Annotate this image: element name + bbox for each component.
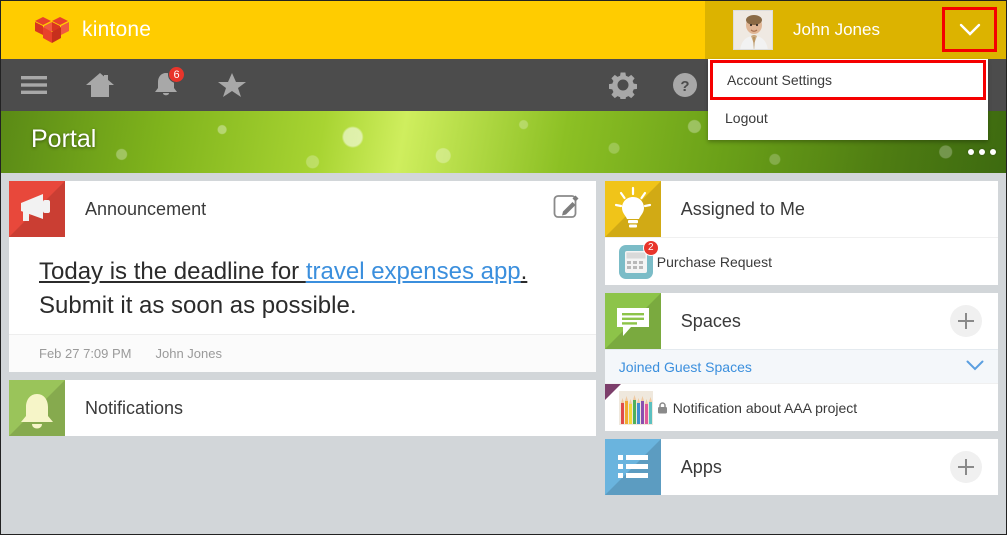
user-name: John Jones [793, 20, 880, 39]
list-item-label: Purchase Request [656, 253, 772, 270]
edit-pencil-icon[interactable] [552, 193, 580, 226]
user-menu-chevron-button[interactable] [942, 7, 997, 52]
add-app-button[interactable] [950, 451, 982, 483]
more-dots-icon[interactable] [968, 149, 996, 155]
bell-badge: 6 [168, 66, 185, 83]
menu-item-account-settings[interactable]: Account Settings [710, 60, 986, 100]
notifications-title: Notifications [85, 397, 184, 418]
spaces-title: Spaces [680, 310, 741, 331]
group-label: Joined Guest Spaces [618, 358, 752, 375]
assigned-to-me-header: Assigned to Me [604, 181, 998, 237]
page-title: Portal [31, 125, 97, 153]
announcement-header: Announcement [9, 181, 596, 237]
apps-title: Apps [680, 456, 722, 477]
announcement-footer: Feb 27 7:09 PM John Jones [9, 334, 596, 373]
announcement-author: John Jones [155, 346, 223, 362]
chevron-down-icon[interactable] [966, 358, 984, 376]
apps-card: Apps [604, 439, 998, 495]
home-icon[interactable] [79, 64, 121, 106]
announcement-text-prefix: Today is the deadline for [39, 258, 306, 285]
list-item[interactable]: Notification about AAA project [604, 383, 998, 431]
user-menu-trigger[interactable]: John Jones [705, 1, 1006, 59]
plus-icon [950, 305, 982, 337]
bell-icon[interactable]: 6 [145, 64, 187, 106]
announcement-text-period: . [520, 258, 528, 285]
app-header: kintone John Jones [1, 1, 1006, 59]
right-column: Assigned to Me 2 Purchase Request Spaces… [604, 181, 998, 534]
announcement-line-2: Submit it as soon as possible. [39, 292, 357, 320]
navbar-left-group: 6 [1, 64, 253, 106]
joined-guest-spaces-group[interactable]: Joined Guest Spaces [604, 349, 998, 383]
chevron-down-icon [959, 23, 981, 36]
announcement-title: Announcement [85, 198, 207, 219]
svg-text:?: ? [680, 78, 689, 95]
add-space-button[interactable] [950, 305, 982, 337]
kintone-cube-logo-icon [35, 15, 69, 45]
assigned-to-me-title: Assigned to Me [680, 198, 805, 219]
brand-area[interactable]: kintone [1, 15, 151, 45]
star-icon[interactable] [211, 64, 253, 106]
brand-name: kintone [82, 18, 152, 41]
lock-icon [657, 401, 672, 417]
app-root: kintone John Jones Account Settings Logo… [1, 1, 1006, 534]
user-dropdown-menu[interactable]: Account Settings Logout [708, 59, 988, 140]
announcement-date: Feb 27 7:09 PM [39, 346, 132, 362]
notifications-card: Notifications [9, 380, 596, 437]
bell-green-icon [9, 380, 65, 437]
menu-icon[interactable] [13, 64, 55, 106]
notifications-header: Notifications [9, 380, 596, 437]
pencils-photo-icon [618, 390, 653, 425]
menu-item-label: Account Settings [727, 72, 833, 88]
assigned-to-me-card: Assigned to Me 2 Purchase Request [604, 181, 998, 285]
travel-expenses-app-link[interactable]: travel expenses app [306, 258, 521, 285]
menu-item-label: Logout [725, 110, 768, 126]
left-column: Announcement Today is the deadline for t… [9, 181, 596, 534]
list-item[interactable]: 2 Purchase Request [604, 237, 998, 285]
announcement-card: Announcement Today is the deadline for t… [9, 181, 596, 373]
app-list-icon [604, 439, 661, 495]
help-icon[interactable]: ? [664, 64, 706, 106]
lightbulb-icon [604, 181, 661, 237]
spaces-card: Spaces Joined Guest Spaces Notification … [604, 293, 998, 431]
list-item-label-wrap: Notification about AAA project [657, 400, 857, 416]
gear-icon[interactable] [602, 64, 644, 106]
announcement-body: Today is the deadline for travel expense… [9, 237, 596, 334]
item-badge: 2 [642, 239, 659, 256]
portal-content: Announcement Today is the deadline for t… [1, 173, 1006, 534]
announcement-line-1: Today is the deadline for travel expense… [39, 253, 574, 290]
menu-item-logout[interactable]: Logout [708, 100, 988, 136]
list-item-label: Notification about AAA project [672, 399, 858, 416]
plus-icon [950, 451, 982, 483]
calculator-app-icon: 2 [618, 239, 659, 279]
speech-bubble-icon [604, 293, 661, 349]
spaces-header: Spaces [604, 293, 998, 349]
megaphone-icon [9, 181, 65, 237]
avatar [733, 10, 773, 50]
apps-header: Apps [604, 439, 998, 495]
